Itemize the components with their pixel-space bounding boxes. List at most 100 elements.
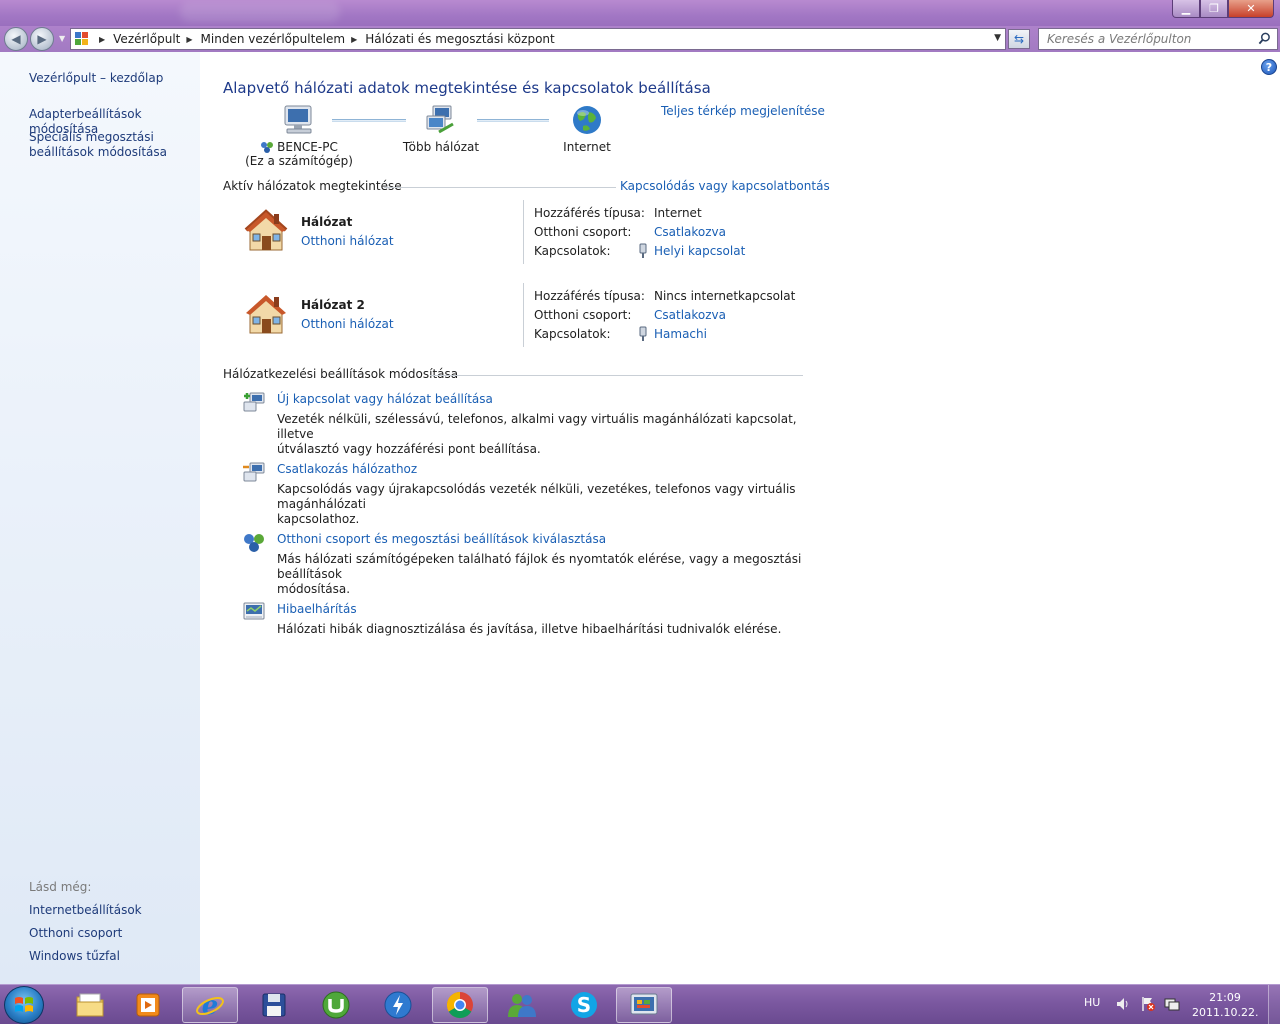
show-desktop-button[interactable] [1268, 985, 1280, 1024]
breadcrumb-network-center[interactable]: Hálózati és megosztási központ [365, 32, 554, 46]
network-1-homegroup-link[interactable]: Csatlakozva [654, 225, 726, 239]
sidebar: Vezérlőpult – kezdőlap Adapterbeállításo… [0, 52, 200, 984]
computer-note: (Ez a számítógép) [245, 154, 353, 168]
full-map-link[interactable]: Teljes térkép megjelenítése [661, 104, 825, 118]
utorrent-icon [322, 991, 350, 1019]
taskbar-media-player[interactable] [120, 987, 176, 1023]
troubleshoot-desc: Hálózati hibák diagnosztizálása és javít… [277, 622, 807, 637]
connect-network-icon [243, 462, 265, 482]
taskbar-chrome[interactable] [432, 987, 488, 1023]
close-button[interactable]: ✕ [1228, 0, 1274, 18]
breadcrumb-arrow-icon[interactable]: ▶ [186, 35, 192, 44]
network-1-access-value: Internet [654, 206, 702, 220]
troubleshoot-desc-line1: Hálózati hibák diagnosztizálása és javít… [277, 622, 782, 636]
close-icon: ✕ [1246, 2, 1256, 15]
network-tray-icon[interactable] [1164, 996, 1180, 1012]
start-button[interactable] [4, 986, 44, 1024]
connect-disconnect-link[interactable]: Kapcsolódás vagy kapcsolatbontás [620, 179, 830, 193]
clock[interactable]: 21:09 2011.10.22. [1192, 990, 1258, 1020]
thunder-icon [384, 991, 412, 1019]
map-computer-node[interactable]: BENCE-PC (Ez a számítógép) [244, 104, 354, 168]
taskbar-explorer[interactable] [62, 987, 118, 1023]
network-1-connection-link[interactable]: Helyi kapcsolat [654, 244, 745, 258]
computer-name: BENCE-PC [277, 140, 338, 154]
computer-icon [284, 105, 312, 134]
multi-network-icon [426, 105, 454, 134]
search-icon[interactable] [1258, 32, 1271, 45]
network-2-type-link[interactable]: Otthoni hálózat [301, 317, 394, 331]
taskbar-thunder[interactable] [370, 987, 426, 1023]
breadcrumb-control-panel[interactable]: Vezérlőpult [113, 32, 180, 46]
sidebar-homegroup-link[interactable]: Otthoni csoport [29, 926, 122, 941]
sidebar-sharing-line1: Speciális megosztási [29, 130, 154, 144]
sidebar-internet-options-link[interactable]: Internetbeállítások [29, 903, 142, 918]
homegroup-icon [260, 140, 274, 154]
sidebar-sharing-link[interactable]: Speciális megosztási beállítások módosít… [29, 130, 167, 160]
search-input[interactable] [1047, 32, 1247, 46]
active-networks-header: Aktív hálózatok megtekintése [223, 179, 402, 193]
connect-network-link[interactable]: Csatlakozás hálózathoz [277, 462, 417, 476]
homegroup-sharing-desc-line1: Más hálózati számítógépeken található fá… [277, 552, 802, 581]
messenger-icon [508, 994, 536, 1017]
recent-pages-dropdown[interactable]: ▼ [59, 34, 65, 43]
network-1-type-link[interactable]: Otthoni hálózat [301, 234, 394, 248]
forward-arrow-icon: ▶ [37, 32, 47, 46]
taskbar-messenger[interactable] [494, 987, 550, 1023]
taskbar-control-panel[interactable] [616, 987, 672, 1023]
network-2-homegroup-link[interactable]: Csatlakozva [654, 308, 726, 322]
connect-network-desc-line2: kapcsolathoz. [277, 512, 360, 526]
internet-explorer-icon: e [196, 991, 224, 1020]
forward-button[interactable]: ▶ [30, 27, 54, 51]
language-indicator[interactable]: HU [1084, 996, 1100, 1009]
taskbar-utorrent[interactable] [308, 987, 364, 1023]
troubleshoot-link[interactable]: Hibaelhárítás [277, 602, 357, 616]
breadcrumb-arrow-icon[interactable]: ▶ [351, 35, 357, 44]
sidebar-sharing-line2: beállítások módosítása [29, 145, 168, 159]
taskbar-skype[interactable]: S [556, 987, 612, 1023]
speaker-icon[interactable] [1116, 997, 1130, 1011]
see-also-label: Lásd még: [29, 880, 92, 894]
back-button[interactable]: ◀ [4, 27, 28, 51]
network-2-separator [523, 283, 524, 347]
main-content: ? Alapvető hálózati adatok megtekintése … [200, 52, 1280, 984]
taskbar-save-app[interactable] [246, 987, 302, 1023]
map-connector-2 [477, 119, 549, 122]
refresh-button[interactable]: ⇆ [1008, 29, 1030, 49]
network-1-name: Hálózat [301, 215, 353, 229]
settings-header: Hálózatkezelési beállítások módosítása [223, 367, 459, 381]
address-bar[interactable]: ▶ Vezérlőpult ▶ Minden vezérlőpultelem ▶… [70, 28, 1006, 50]
taskbar: e S HU 21:09 2011.10.22. [0, 984, 1280, 1024]
network-1-separator [523, 200, 524, 264]
flag-alert-icon[interactable] [1140, 996, 1156, 1012]
homegroup-sharing-desc-line2: módosítása. [277, 582, 351, 596]
breadcrumb-all-items[interactable]: Minden vezérlőpultelem [201, 32, 346, 46]
homegroup-sharing-link[interactable]: Otthoni csoport és megosztási beállításo… [277, 532, 606, 546]
breadcrumb-arrow-icon[interactable]: ▶ [99, 35, 105, 44]
maximize-button[interactable]: ❐ [1200, 0, 1228, 18]
map-multi-network-node[interactable]: Több hálózat [396, 104, 486, 154]
folder-icon [76, 993, 104, 1017]
taskbar-internet-explorer[interactable]: e [182, 987, 238, 1023]
network-2-connections-label: Kapcsolatok: [534, 327, 611, 341]
window-titlebar: ▁ ❐ ✕ [0, 0, 1280, 26]
network-2-homegroup-label: Otthoni csoport: [534, 308, 632, 322]
network-2-connection-link[interactable]: Hamachi [654, 327, 707, 341]
network-2-access-value: Nincs internetkapcsolat [654, 289, 796, 303]
ethernet-icon [639, 326, 647, 341]
new-connection-link[interactable]: Új kapcsolat vagy hálózat beállítása [277, 392, 493, 406]
address-dropdown-icon[interactable]: ▼ [994, 33, 1001, 43]
settings-header-rule [430, 375, 803, 376]
sidebar-firewall-link[interactable]: Windows tűzfal [29, 949, 120, 964]
windows-logo-icon [15, 997, 33, 1012]
network-1-connections-label: Kapcsolatok: [534, 244, 611, 258]
homegroup-sharing-desc: Más hálózati számítógépeken található fá… [277, 552, 807, 597]
minimize-button[interactable]: ▁ [1172, 0, 1200, 18]
sidebar-home-link[interactable]: Vezérlőpult – kezdőlap [29, 71, 163, 86]
search-box[interactable] [1038, 28, 1278, 50]
floppy-disk-icon [262, 993, 286, 1017]
map-internet-node[interactable]: Internet [552, 104, 622, 154]
svg-text:S: S [577, 993, 591, 1017]
help-icon[interactable]: ? [1261, 59, 1277, 75]
home-network-icon [246, 295, 286, 334]
new-connection-desc-line2: útválasztó vagy hozzáférési pont beállít… [277, 442, 541, 456]
